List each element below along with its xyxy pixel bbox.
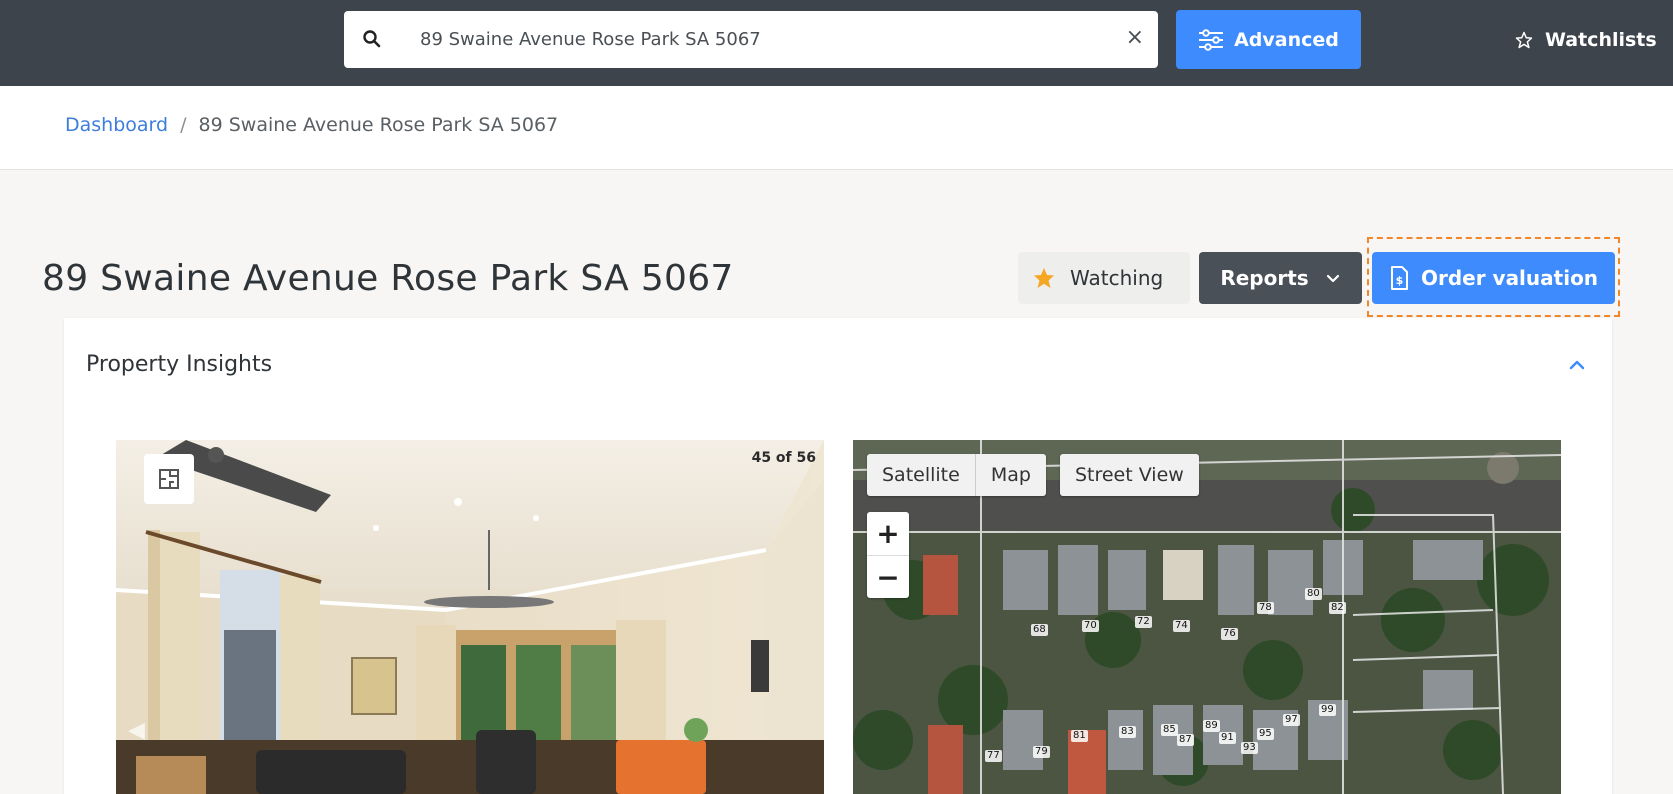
property-insights-title: Property Insights <box>86 352 273 377</box>
svg-text:$: $ <box>1396 274 1404 287</box>
breadcrumb-separator: / <box>180 114 187 136</box>
lot-number: 91 <box>1219 732 1236 744</box>
star-filled-icon <box>1034 268 1054 288</box>
lot-number: 80 <box>1305 588 1322 600</box>
street-view-button[interactable]: Street View <box>1059 454 1199 496</box>
lot-number: 68 <box>1031 624 1048 636</box>
star-outline-icon <box>1515 31 1533 49</box>
order-valuation-label: Order valuation <box>1420 266 1599 290</box>
living-room-photo <box>116 440 824 794</box>
floorplan-icon <box>159 469 179 489</box>
watching-label: Watching <box>1070 266 1164 290</box>
lot-number: 78 <box>1257 602 1274 614</box>
document-dollar-icon: $ <box>1390 266 1408 290</box>
satellite-map[interactable]: 68 70 72 74 76 78 80 82 77 79 81 83 85 8… <box>853 440 1561 794</box>
lot-number: 99 <box>1319 704 1336 716</box>
zoom-out-button[interactable]: − <box>867 555 909 598</box>
floorplan-button[interactable] <box>144 454 194 504</box>
lot-number: 82 <box>1329 602 1346 614</box>
zoom-in-button[interactable]: + <box>867 512 909 555</box>
lot-number: 85 <box>1161 724 1178 736</box>
lot-number: 76 <box>1221 628 1238 640</box>
lot-number: 89 <box>1203 720 1220 732</box>
page-title: 89 Swaine Avenue Rose Park SA 5067 <box>42 258 734 299</box>
top-bar: × Advanced Watchlists <box>0 0 1673 86</box>
breadcrumb: Dashboard / 89 Swaine Avenue Rose Park S… <box>65 114 558 136</box>
reports-dropdown-button[interactable]: Reports <box>1199 252 1362 304</box>
lot-number: 74 <box>1173 620 1190 632</box>
map-controls: Satellite Map Street View <box>867 454 1199 496</box>
lot-number: 93 <box>1241 742 1258 754</box>
previous-photo-arrow-icon[interactable]: ◀ <box>128 718 145 743</box>
order-valuation-button[interactable]: $ Order valuation <box>1372 252 1615 304</box>
reports-label: Reports <box>1220 266 1309 290</box>
search-icon[interactable] <box>362 29 382 49</box>
lot-number: 87 <box>1177 734 1194 746</box>
lot-number: 77 <box>985 750 1002 762</box>
advanced-label: Advanced <box>1234 28 1339 51</box>
lot-number: 70 <box>1082 620 1099 632</box>
property-photo[interactable]: 45 of 56 ◀ <box>116 440 824 794</box>
lot-number: 72 <box>1135 616 1152 628</box>
sliders-icon <box>1199 28 1224 51</box>
search-bar: × <box>344 11 1158 68</box>
chevron-up-icon[interactable] <box>1566 354 1588 376</box>
lot-number: 83 <box>1119 726 1136 738</box>
lot-number: 95 <box>1257 728 1274 740</box>
tab-satellite[interactable]: Satellite <box>867 454 975 496</box>
watchlists-label: Watchlists <box>1545 29 1657 51</box>
lot-number: 97 <box>1283 714 1300 726</box>
clear-search-icon[interactable]: × <box>1126 23 1144 53</box>
breadcrumb-bar: Dashboard / 89 Swaine Avenue Rose Park S… <box>0 86 1673 170</box>
search-input[interactable] <box>420 21 1100 57</box>
breadcrumb-current: 89 Swaine Avenue Rose Park SA 5067 <box>198 114 559 136</box>
photo-counter: 45 of 56 <box>751 450 816 466</box>
tab-map[interactable]: Map <box>974 454 1046 496</box>
chevron-down-icon <box>1326 274 1339 283</box>
map-type-toggle: Satellite Map <box>867 454 1046 496</box>
watchlists-link[interactable]: Watchlists <box>1515 22 1657 58</box>
advanced-search-button[interactable]: Advanced <box>1176 10 1361 69</box>
lot-number: 79 <box>1033 746 1050 758</box>
lot-number: 81 <box>1071 730 1088 742</box>
watching-button[interactable]: Watching <box>1018 252 1190 304</box>
zoom-controls: + − <box>867 512 909 598</box>
breadcrumb-dashboard-link[interactable]: Dashboard <box>65 114 168 136</box>
